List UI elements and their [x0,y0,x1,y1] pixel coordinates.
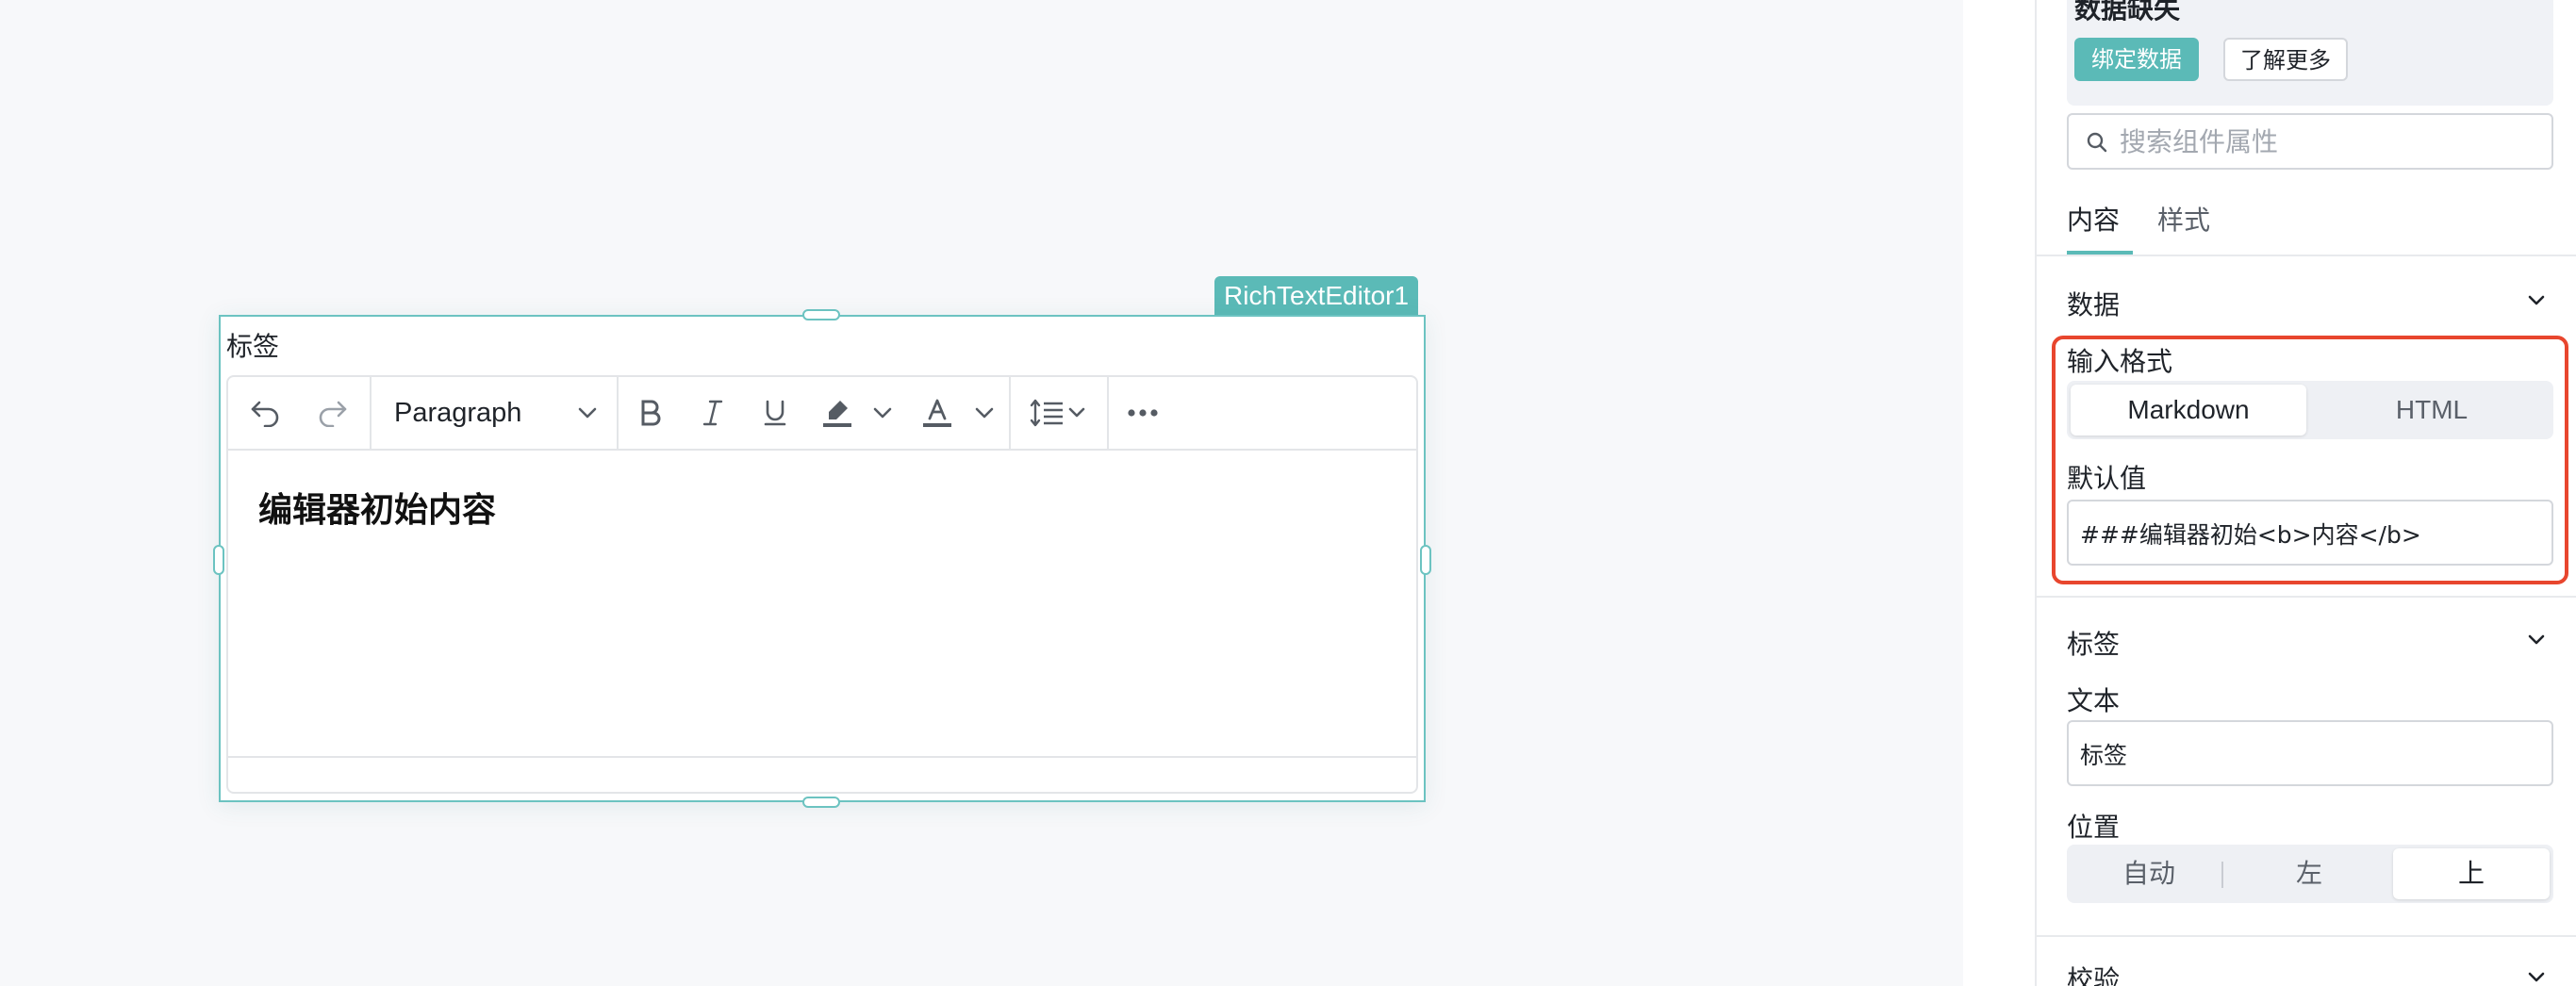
rich-text-editor[interactable]: Paragraph 编辑器初始内容 [226,375,1418,794]
chevron-down-icon[interactable] [2525,967,2548,986]
divider [2037,935,2576,937]
learn-more-button[interactable]: 了解更多 [2223,38,2348,81]
toolbar-divider [1009,377,1011,449]
resize-handle-right[interactable] [1420,545,1431,575]
data-missing-notice: 数据缺失 绑定数据 了解更多 [2067,0,2553,106]
resize-handle-top[interactable] [802,309,840,320]
default-value-input[interactable] [2080,515,2540,552]
format-option-html[interactable]: HTML [2314,385,2550,435]
editor-content[interactable]: 编辑器初始内容 [258,483,496,532]
bold-icon[interactable] [622,377,679,449]
chevron-down-icon[interactable] [866,377,900,449]
toolbar-divider [617,377,619,449]
italic-icon[interactable] [685,377,741,449]
canvas-gutter [1963,0,2035,986]
label-text-input[interactable] [2080,735,2540,773]
redo-icon[interactable] [304,377,360,449]
label-text-label: 文本 [2067,685,2121,716]
underline-icon[interactable] [747,377,803,449]
divider [2037,255,2576,256]
search-icon [2087,132,2107,153]
label-text-field[interactable] [2067,720,2553,786]
chevron-down-icon[interactable] [2525,290,2548,311]
section-title-data[interactable]: 数据 [2067,285,2120,322]
property-panel: 数据缺失 绑定数据 了解更多 内容 样式 数据 输入格式 Markdown HT… [2035,0,2576,986]
input-format-label: 输入格式 [2067,346,2173,377]
property-search[interactable] [2067,113,2553,170]
block-format-select[interactable]: Paragraph [372,377,617,449]
highlight-icon[interactable] [809,377,866,449]
label-position-label: 位置 [2067,812,2121,843]
bind-data-button[interactable]: 绑定数据 [2074,38,2199,81]
font-color-icon[interactable] [909,377,966,449]
component-id-tag[interactable]: RichTextEditor1 [1214,276,1419,316]
chevron-down-icon [578,407,597,419]
divider [2037,596,2576,598]
undo-icon[interactable] [238,377,294,449]
more-icon[interactable] [1115,377,1171,449]
section-title-validation[interactable]: 校验 [2067,960,2120,986]
format-option-markdown[interactable]: Markdown [2071,385,2306,435]
tab-content[interactable]: 内容 [2067,200,2120,238]
label-position-segmented: 自动 左 上 [2067,845,2553,903]
rich-text-editor-component[interactable]: 标签 Paragraph 编辑器初始内容 [219,315,1426,802]
block-format-value: Paragraph [394,397,522,428]
toolbar-divider [1107,377,1109,449]
editor-toolbar: Paragraph [228,377,1416,451]
resize-handle-left[interactable] [213,545,224,575]
search-input[interactable] [2120,123,2535,160]
resize-handle-bottom[interactable] [802,797,840,808]
design-canvas[interactable]: RichTextEditor1 标签 Paragraph 编辑器初始内容 [0,0,1963,986]
segment-divider [2221,862,2223,888]
chevron-down-icon[interactable] [967,377,1001,449]
tab-style[interactable]: 样式 [2157,200,2210,238]
position-option-top[interactable]: 上 [2393,848,2550,899]
position-option-auto[interactable]: 自动 [2071,848,2227,899]
line-height-icon[interactable] [1016,377,1101,449]
position-option-left[interactable]: 左 [2231,848,2387,899]
input-format-segmented: Markdown HTML [2067,381,2553,439]
section-title-label[interactable]: 标签 [2067,624,2120,662]
chevron-down-icon[interactable] [2525,630,2548,650]
default-value-field[interactable] [2067,500,2553,566]
default-value-label: 默认值 [2067,463,2147,494]
field-label: 标签 [226,331,280,362]
editor-status-bar [228,756,1416,792]
data-missing-title: 数据缺失 [2074,0,2181,25]
